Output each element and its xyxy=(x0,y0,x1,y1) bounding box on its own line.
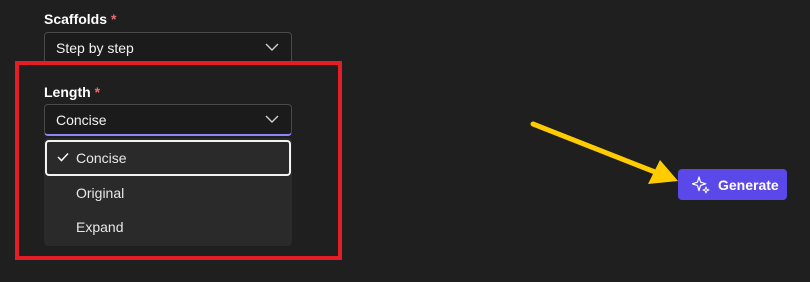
sparkle-icon xyxy=(692,175,710,193)
generate-button[interactable]: Generate xyxy=(678,169,787,200)
annotation-arrow xyxy=(530,121,678,184)
generate-label: Generate xyxy=(718,176,779,193)
